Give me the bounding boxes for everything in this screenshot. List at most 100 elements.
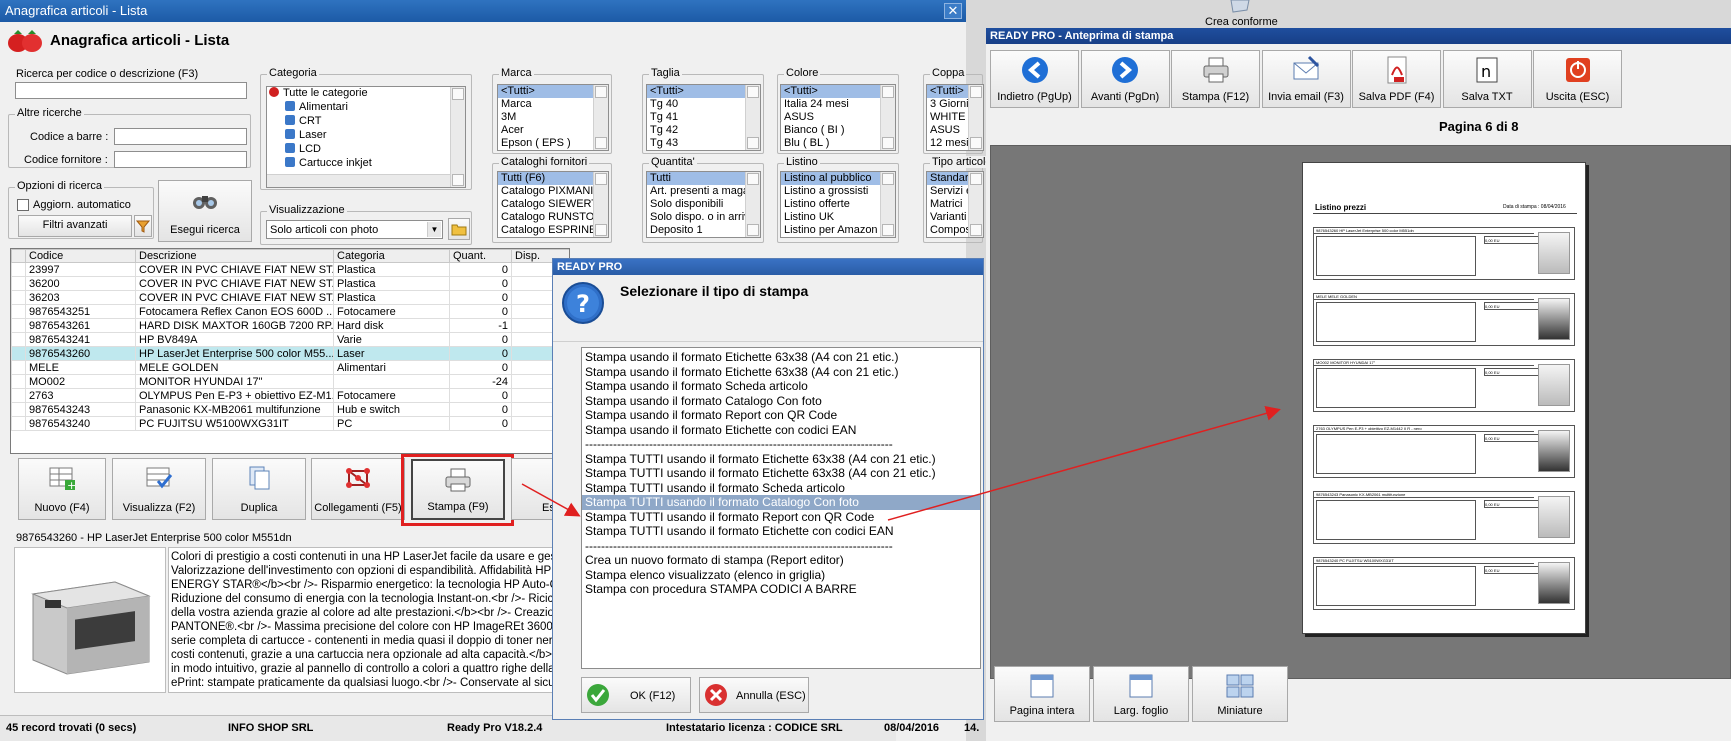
list-item[interactable]: Tg 41	[647, 111, 760, 124]
table-row[interactable]: 9876543251 Fotocamera Reflex Canon EOS 60…	[11, 304, 569, 319]
list-item[interactable]: Italia 24 mesi	[781, 98, 895, 111]
print-option[interactable]: Stampa usando il formato Catalogo Con fo…	[582, 394, 980, 409]
preview-canvas[interactable]: Listino prezzi Data di stampa : 08/04/20…	[990, 145, 1731, 679]
article-type-list[interactable]: StandardServizi e lavMatriciVariantiComp…	[926, 171, 984, 238]
grid-column-header[interactable]: Quant.	[449, 249, 512, 263]
print-option[interactable]: Stampa TUTTI usando il formato Etichette…	[582, 452, 980, 467]
table-row[interactable]: 9876543240PC FUJITSU W5100WXG31ITPC00	[11, 416, 569, 431]
cancel-button[interactable]: Annulla (ESC)	[699, 677, 809, 713]
table-row[interactable]: 9876543241HP BV849AVarie00	[11, 332, 569, 347]
print-option[interactable]: Stampa usando il formato Etichette con c…	[582, 423, 980, 438]
table-row[interactable]: 23997 COVER IN PVC CHIAVE FIAT NEW ST... P…	[11, 262, 569, 277]
folder-button[interactable]	[448, 218, 470, 240]
print-option[interactable]: Stampa TUTTI usando il formato Catalogo …	[582, 495, 980, 510]
table-row[interactable]: MO002MONITOR HYUNDAI 17"-24-24	[11, 374, 569, 389]
print-option[interactable]: Stampa TUTTI usando il formato Etichette…	[582, 524, 980, 539]
scroll-up-arrow-icon[interactable]	[970, 173, 982, 185]
list-item[interactable]: Tutti (F6)	[498, 172, 608, 185]
scroll-down-arrow-icon[interactable]	[595, 224, 607, 236]
scroll-up-arrow-icon[interactable]	[747, 173, 759, 185]
list-item[interactable]: Deposito 1	[647, 224, 760, 237]
table-row[interactable]: 36203 COVER IN PVC CHIAVE FIAT NEW ST... P…	[11, 290, 569, 305]
scroll-up-arrow-icon[interactable]	[882, 86, 894, 98]
close-icon[interactable]: ✕	[944, 3, 962, 19]
list-item[interactable]: Catalogo RUNSTORE	[498, 211, 608, 224]
list-item[interactable]: Epson ( EPS )	[498, 137, 608, 150]
category-tree-item[interactable]: Tutte le categorie	[267, 87, 465, 101]
vertical-scrollbar[interactable]	[745, 85, 760, 150]
scroll-up-arrow-icon[interactable]	[970, 86, 982, 98]
list-item[interactable]: Tg 42	[647, 124, 760, 137]
list-item[interactable]: Tg 40	[647, 98, 760, 111]
grid-column-header[interactable]: Codice	[25, 249, 136, 263]
vertical-scrollbar[interactable]	[593, 172, 608, 237]
list-item[interactable]: Acer	[498, 124, 608, 137]
list-item[interactable]: Art. presenti a magaz	[647, 185, 760, 198]
supplier-catalogs-list[interactable]: Tutti (F6) Catalogo PIXMANIA Catalogo SIEW…	[497, 171, 609, 238]
list-item[interactable]: <Tutti>	[781, 85, 895, 98]
category-tree-item[interactable]: Cartucce inkjet	[267, 157, 465, 171]
exit-button[interactable]: Uscita (ESC)	[1533, 50, 1622, 108]
grid-column-header[interactable]: Descrizione	[135, 249, 334, 263]
supplier-code-input[interactable]	[114, 151, 247, 168]
scroll-down-arrow-icon[interactable]	[747, 137, 759, 149]
back-button[interactable]: Indietro (PgUp)	[990, 50, 1079, 108]
view-button[interactable]: Visualizza (F2)	[112, 458, 206, 520]
category-tree-item[interactable]: LCD	[267, 143, 465, 157]
list-item[interactable]: Blu ( BL )	[781, 137, 895, 150]
vertical-scrollbar[interactable]	[880, 172, 895, 237]
table-row[interactable]: 9876543260 HP LaserJet Enterprise 500 col…	[11, 346, 569, 361]
print-button[interactable]: Stampa (F9)	[411, 459, 505, 520]
table-row[interactable]: MELEMELE GOLDENAlimentari00	[11, 360, 569, 375]
advanced-filters-icon-button[interactable]	[134, 215, 152, 237]
grid-column-header[interactable]: Categoria	[333, 249, 450, 263]
list-item[interactable]: <Tutti>	[498, 85, 608, 98]
articles-grid[interactable]: Codice Descrizione Categoria Quant. Disp. 23…	[10, 248, 570, 454]
table-row[interactable]: 9876543261 HARD DISK MAXTOR 160GB 7200 RP…	[11, 318, 569, 333]
scroll-up-arrow-icon[interactable]	[452, 88, 464, 100]
table-row[interactable]: 9876543243 Panasonic KX-MB2061 multifunzi…	[11, 402, 569, 417]
advanced-filters-button[interactable]: Filtri avanzati	[18, 215, 132, 237]
print-option[interactable]: Stampa TUTTI usando il formato Report co…	[582, 510, 980, 525]
full-page-button[interactable]: Pagina intera	[994, 666, 1090, 722]
list-item[interactable]: ASUS	[781, 111, 895, 124]
list-item[interactable]: Solo dispo. o in arrivo	[647, 211, 760, 224]
horizontal-scrollbar[interactable]	[267, 174, 465, 187]
barcode-input[interactable]	[114, 128, 247, 145]
list-item[interactable]: Tutti	[647, 172, 760, 185]
links-button[interactable]: Collegamenti (F5)	[311, 458, 405, 520]
size-list[interactable]: <Tutti> Tg 40 Tg 41 Tg 42 Tg 43	[646, 84, 761, 151]
table-row[interactable]: 2763 OLYMPUS Pen E-P3 + obiettivo EZ-M1..…	[11, 388, 569, 403]
new-button[interactable]: + Nuovo (F4)	[18, 458, 106, 520]
vertical-scrollbar[interactable]	[968, 172, 983, 237]
list-item[interactable]: Listino offerte	[781, 198, 895, 211]
print-options-list[interactable]: Stampa usando il formato Etichette 63x38…	[581, 347, 981, 669]
scroll-up-arrow-icon[interactable]	[595, 86, 607, 98]
print-preview-button[interactable]: Stampa (F12)	[1171, 50, 1260, 108]
list-item[interactable]: Catalogo SIEWERT	[498, 198, 608, 211]
category-tree[interactable]: Tutte le categorie Alimentari CRT Laser LCD C…	[266, 86, 466, 188]
scroll-down-arrow-icon[interactable]	[452, 174, 464, 186]
ok-button[interactable]: OK (F12)	[581, 677, 691, 713]
list-item[interactable]: Listino a grossisti	[781, 185, 895, 198]
scroll-up-arrow-icon[interactable]	[882, 173, 894, 185]
print-option[interactable]: Stampa usando il formato Scheda articolo	[582, 379, 980, 394]
list-item[interactable]: Solo disponibili	[647, 198, 760, 211]
vertical-scrollbar[interactable]	[968, 85, 983, 150]
scroll-up-arrow-icon[interactable]	[747, 86, 759, 98]
brand-list[interactable]: <Tutti> Marca 3M Acer Epson ( EPS )	[497, 84, 609, 151]
scroll-down-arrow-icon[interactable]	[882, 137, 894, 149]
category-tree-item[interactable]: Laser	[267, 129, 465, 143]
list-item[interactable]: Listino per Amazon	[781, 224, 895, 237]
category-tree-item[interactable]: Alimentari	[267, 101, 465, 115]
page-width-button[interactable]: Larg. foglio	[1093, 666, 1189, 722]
list-item[interactable]: <Tutti>	[647, 85, 760, 98]
send-email-button[interactable]: Invia email (F3)	[1261, 50, 1351, 108]
scroll-down-arrow-icon[interactable]	[882, 224, 894, 236]
print-option[interactable]: Stampa usando il formato Etichette 63x38…	[582, 365, 980, 380]
scroll-down-arrow-icon[interactable]	[970, 224, 982, 236]
scroll-down-arrow-icon[interactable]	[747, 224, 759, 236]
print-option[interactable]: Stampa usando il formato Etichette 63x38…	[582, 350, 980, 365]
scroll-up-arrow-icon[interactable]	[595, 173, 607, 185]
forward-button[interactable]: Avanti (PgDn)	[1080, 50, 1170, 108]
